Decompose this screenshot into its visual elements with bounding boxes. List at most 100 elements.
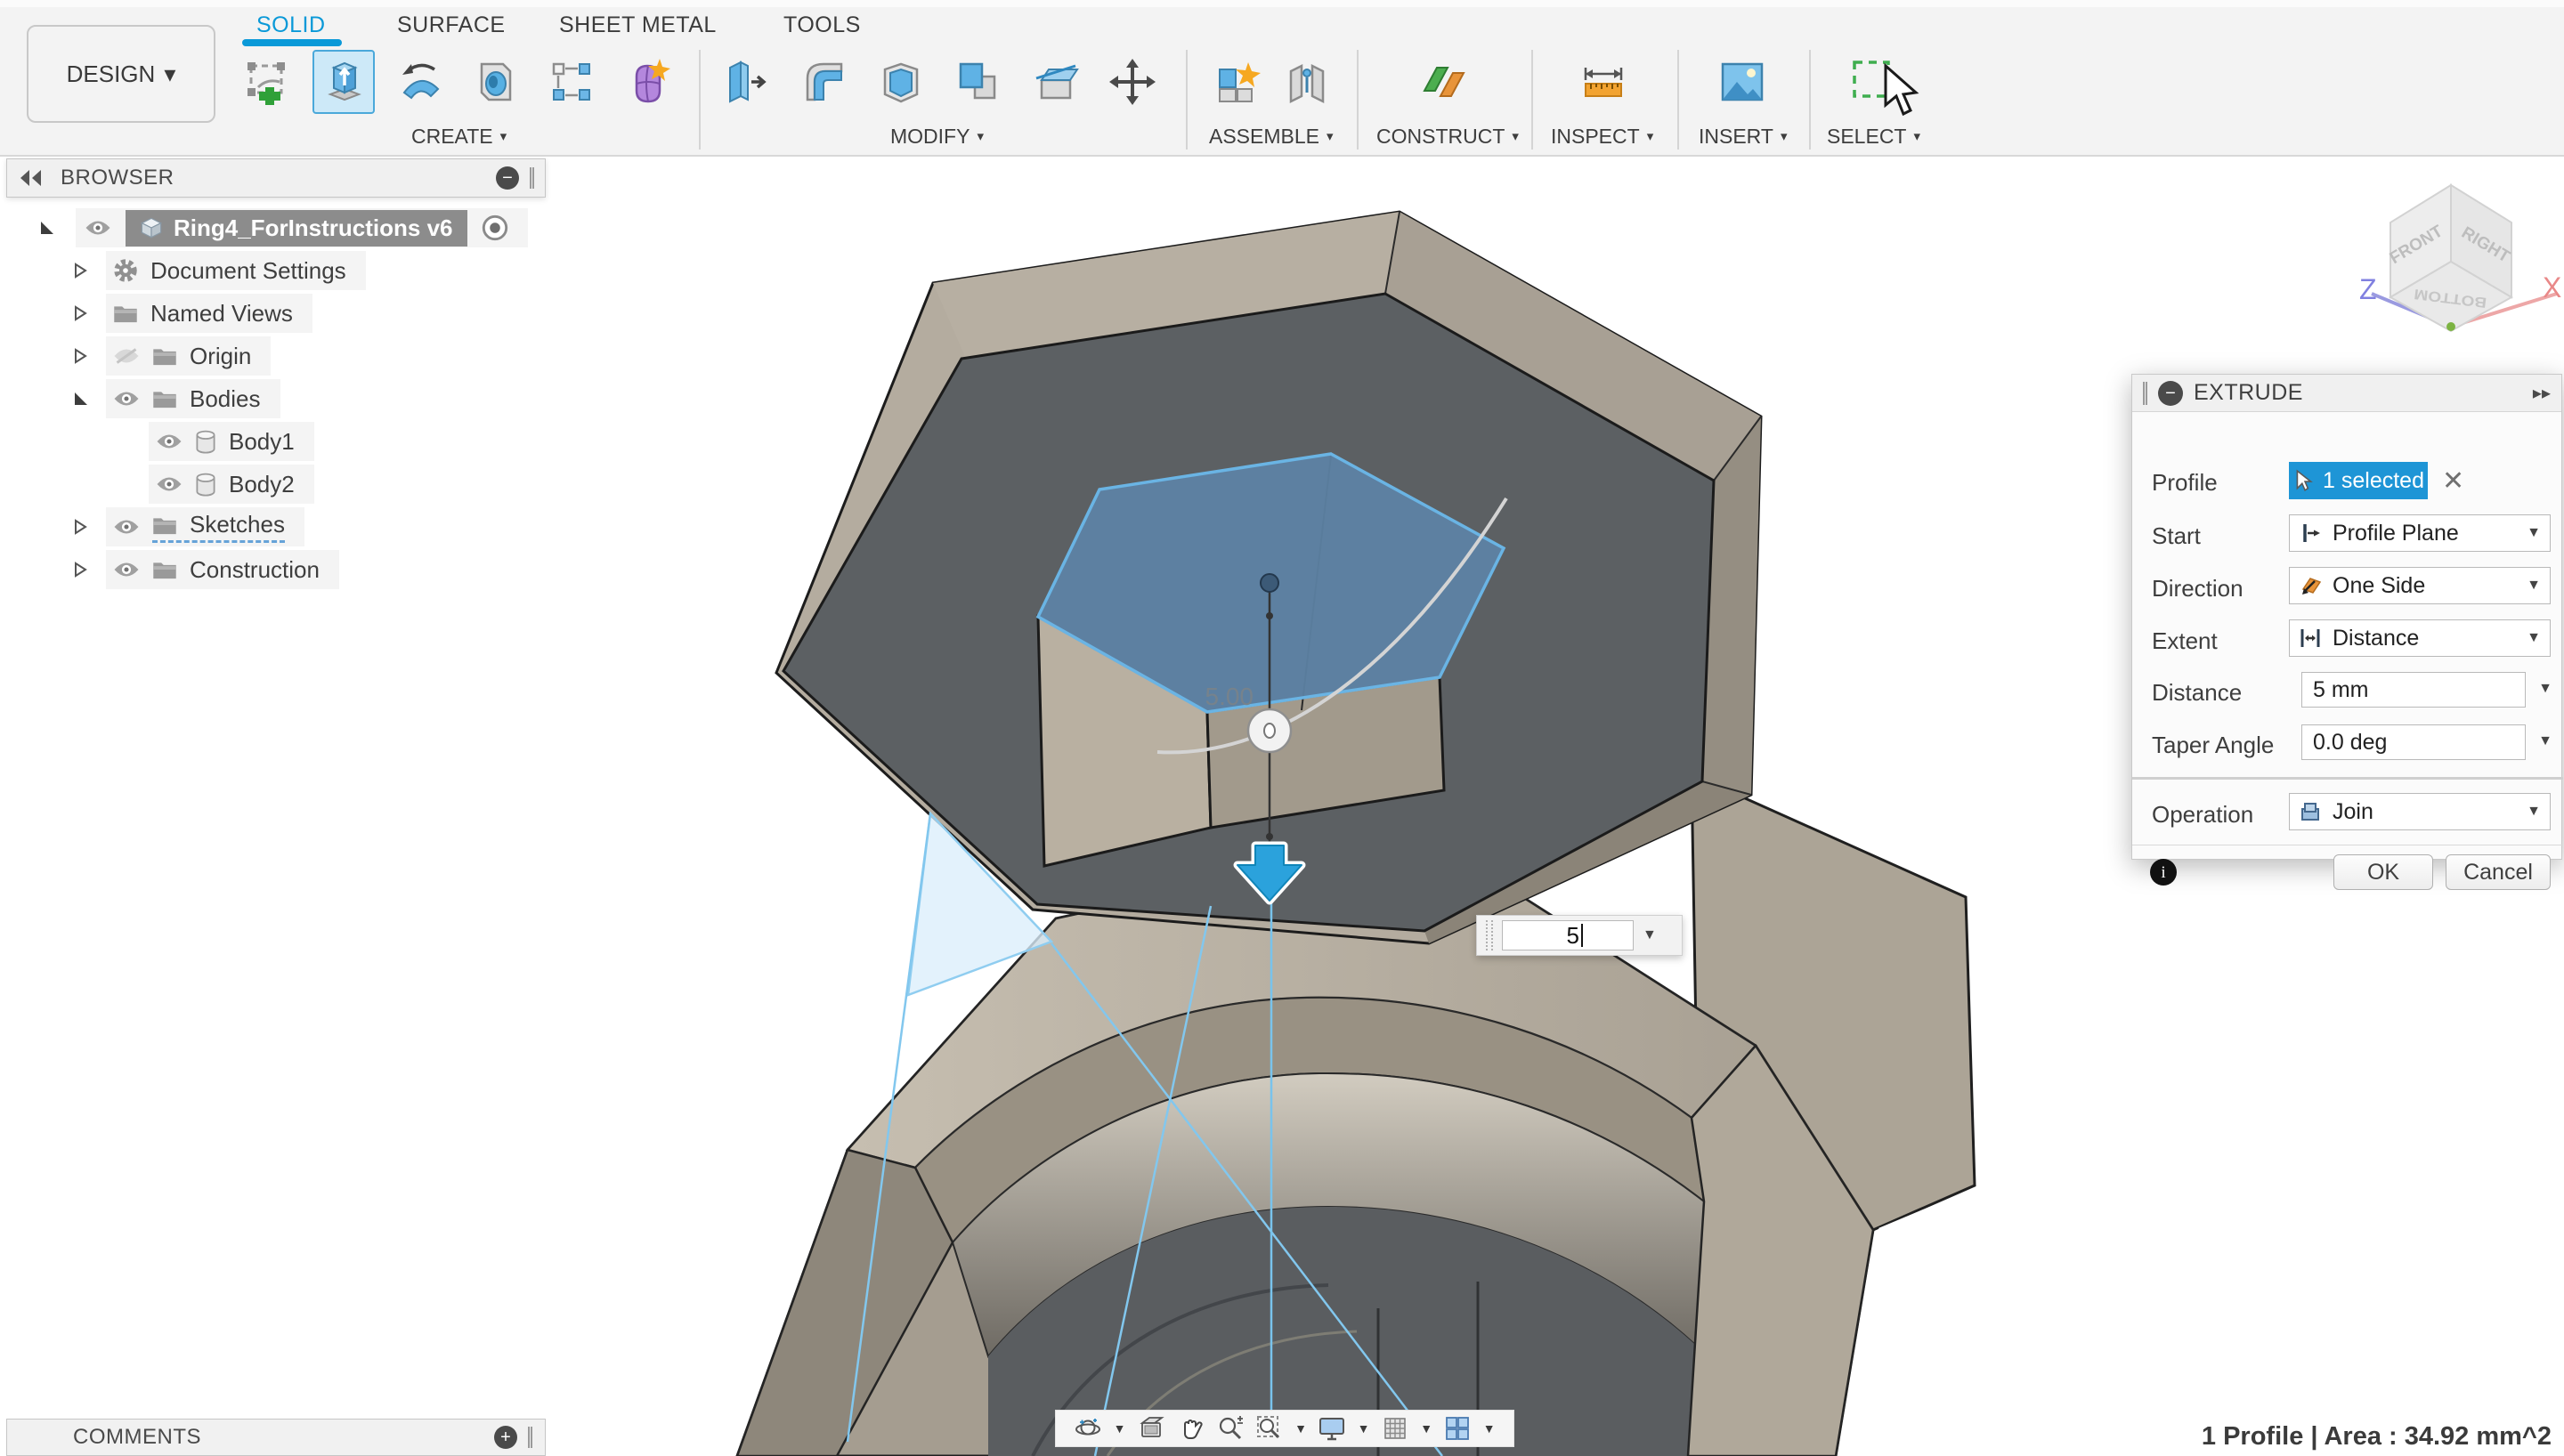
tab-tools[interactable]: TOOLS <box>783 9 861 41</box>
visibility-eye-icon[interactable] <box>113 389 140 408</box>
panel-drag-grip[interactable] <box>528 1427 532 1448</box>
create-sketch-icon[interactable] <box>235 52 296 112</box>
group-create[interactable]: CREATE▾ <box>411 123 507 150</box>
tab-surface[interactable]: SURFACE <box>397 9 506 41</box>
grid-display-icon[interactable] <box>1381 1414 1409 1443</box>
rotate-handle[interactable] <box>1248 709 1291 752</box>
visibility-eye-icon[interactable] <box>113 517 140 537</box>
design-menu-button[interactable]: DESIGN ▾ <box>27 25 215 123</box>
tree-row-origin[interactable]: Origin <box>72 336 271 376</box>
shell-icon[interactable] <box>871 52 931 112</box>
minimize-panel-icon[interactable]: − <box>496 166 519 190</box>
dropdown-caret-icon[interactable]: ▼ <box>2535 681 2556 697</box>
collapse-dialog-icon[interactable]: − <box>2158 381 2183 406</box>
tree-row-named-views[interactable]: Named Views <box>72 294 312 333</box>
root-component-label[interactable]: Ring4_ForInstructions v6 <box>174 214 453 242</box>
tree-row-construction[interactable]: Construction <box>72 550 339 589</box>
expanded-caret-icon[interactable] <box>38 219 56 237</box>
tree-row-sketches[interactable]: Sketches <box>72 507 304 546</box>
activate-component-radio[interactable] <box>482 214 508 241</box>
measure-icon[interactable] <box>1573 52 1634 112</box>
dropdown-caret-icon[interactable]: ▼ <box>1643 927 1657 943</box>
tab-sheet-metal[interactable]: SHEET METAL <box>559 9 717 41</box>
direction-dropdown[interactable]: One Side ▼ <box>2289 567 2551 604</box>
dropdown-caret-icon[interactable]: ▼ <box>1483 1421 1496 1436</box>
tree-row-bodies[interactable]: Bodies <box>72 379 280 418</box>
dropdown-caret-icon[interactable]: ▼ <box>1114 1421 1126 1436</box>
profile-selected-button[interactable]: 1 selected <box>2289 462 2428 499</box>
text-caret <box>1581 924 1583 947</box>
insert-image-icon[interactable] <box>1712 52 1773 112</box>
collapsed-caret-icon[interactable] <box>72 518 88 536</box>
dock-dialog-icon[interactable]: ▸▸ <box>2533 382 2551 404</box>
clear-selection-icon[interactable]: ✕ <box>2442 465 2464 497</box>
distance-input[interactable]: 5 mm <box>2301 672 2526 708</box>
extrude-icon[interactable] <box>312 52 373 112</box>
visibility-eye-off-icon[interactable] <box>113 346 140 366</box>
new-component-icon[interactable] <box>1207 52 1268 112</box>
display-settings-icon[interactable] <box>1318 1414 1346 1443</box>
gear-icon <box>113 258 138 283</box>
viewports-icon[interactable] <box>1443 1414 1472 1443</box>
hole-icon[interactable] <box>466 52 526 112</box>
tree-row-document-settings[interactable]: Document Settings <box>72 251 366 290</box>
joint-icon[interactable] <box>1277 52 1337 112</box>
browser-header[interactable]: BROWSER − <box>6 158 546 198</box>
look-at-icon[interactable] <box>1137 1414 1165 1443</box>
extent-dropdown[interactable]: Distance ▼ <box>2289 619 2551 657</box>
construct-plane-icon[interactable] <box>1414 52 1474 112</box>
dimension-value-input[interactable]: 5 <box>1502 920 1634 950</box>
dropdown-caret-icon: ▼ <box>2527 578 2541 594</box>
start-dropdown[interactable]: Profile Plane ▼ <box>2289 514 2551 552</box>
tab-solid[interactable]: SOLID <box>256 9 326 41</box>
dropdown-caret-icon[interactable]: ▼ <box>1294 1421 1307 1436</box>
pan-hand-icon[interactable] <box>1176 1414 1205 1443</box>
zoom-icon[interactable] <box>1216 1414 1245 1443</box>
rectangular-pattern-icon[interactable] <box>541 52 602 112</box>
dropdown-caret-icon[interactable]: ▼ <box>2535 733 2556 749</box>
ok-button[interactable]: OK <box>2333 854 2433 890</box>
popup-drag-grip[interactable] <box>1486 920 1493 950</box>
revolve-icon[interactable] <box>390 52 450 112</box>
visibility-eye-icon[interactable] <box>85 218 111 238</box>
visibility-eye-icon[interactable] <box>156 474 183 494</box>
collapsed-caret-icon[interactable] <box>72 262 88 279</box>
tree-row-body2[interactable]: Body2 <box>149 465 314 504</box>
collapsed-caret-icon[interactable] <box>72 304 88 322</box>
group-modify[interactable]: MODIFY▾ <box>890 123 984 150</box>
visibility-eye-icon[interactable] <box>156 432 183 451</box>
collapse-panel-icon[interactable] <box>18 168 45 188</box>
tree-row-body1[interactable]: Body1 <box>149 422 314 461</box>
extrude-dialog-header[interactable]: − EXTRUDE ▸▸ <box>2132 375 2561 412</box>
window-zoom-icon[interactable] <box>1255 1414 1284 1443</box>
press-pull-icon[interactable] <box>716 52 776 112</box>
group-select[interactable]: SELECT▾ <box>1827 123 1920 150</box>
operation-dropdown[interactable]: Join ▼ <box>2289 793 2551 830</box>
collapsed-caret-icon[interactable] <box>72 561 88 578</box>
taper-angle-input[interactable]: 0.0 deg <box>2301 724 2526 760</box>
combine-icon[interactable] <box>948 52 1009 112</box>
axis-x-label: X <box>2543 271 2561 303</box>
group-inspect[interactable]: INSPECT▾ <box>1551 123 1653 150</box>
create-form-icon[interactable] <box>619 52 679 112</box>
info-icon[interactable]: i <box>2150 859 2177 886</box>
panel-drag-grip[interactable] <box>530 167 534 189</box>
cancel-button[interactable]: Cancel <box>2446 854 2551 890</box>
add-comment-icon[interactable]: + <box>494 1426 517 1449</box>
group-assemble[interactable]: ASSEMBLE▾ <box>1209 123 1334 150</box>
dropdown-caret-icon[interactable]: ▼ <box>1358 1421 1370 1436</box>
collapsed-caret-icon[interactable] <box>72 347 88 365</box>
fillet-icon[interactable] <box>793 52 854 112</box>
group-construct[interactable]: CONSTRUCT▾ <box>1376 123 1519 150</box>
offset-face-icon[interactable] <box>1026 52 1086 112</box>
move-copy-icon[interactable] <box>1102 52 1163 112</box>
tree-row-root[interactable]: Ring4_ForInstructions v6 <box>38 208 528 247</box>
dialog-drag-grip[interactable] <box>2143 382 2147 405</box>
group-insert[interactable]: INSERT▾ <box>1699 123 1787 150</box>
comments-bar[interactable]: COMMENTS + <box>6 1419 546 1456</box>
expanded-caret-icon[interactable] <box>72 390 90 408</box>
dropdown-caret-icon[interactable]: ▼ <box>1420 1421 1432 1436</box>
orbit-icon[interactable] <box>1074 1414 1102 1443</box>
visibility-eye-icon[interactable] <box>113 560 140 579</box>
origin-point-handle[interactable] <box>1261 574 1278 592</box>
